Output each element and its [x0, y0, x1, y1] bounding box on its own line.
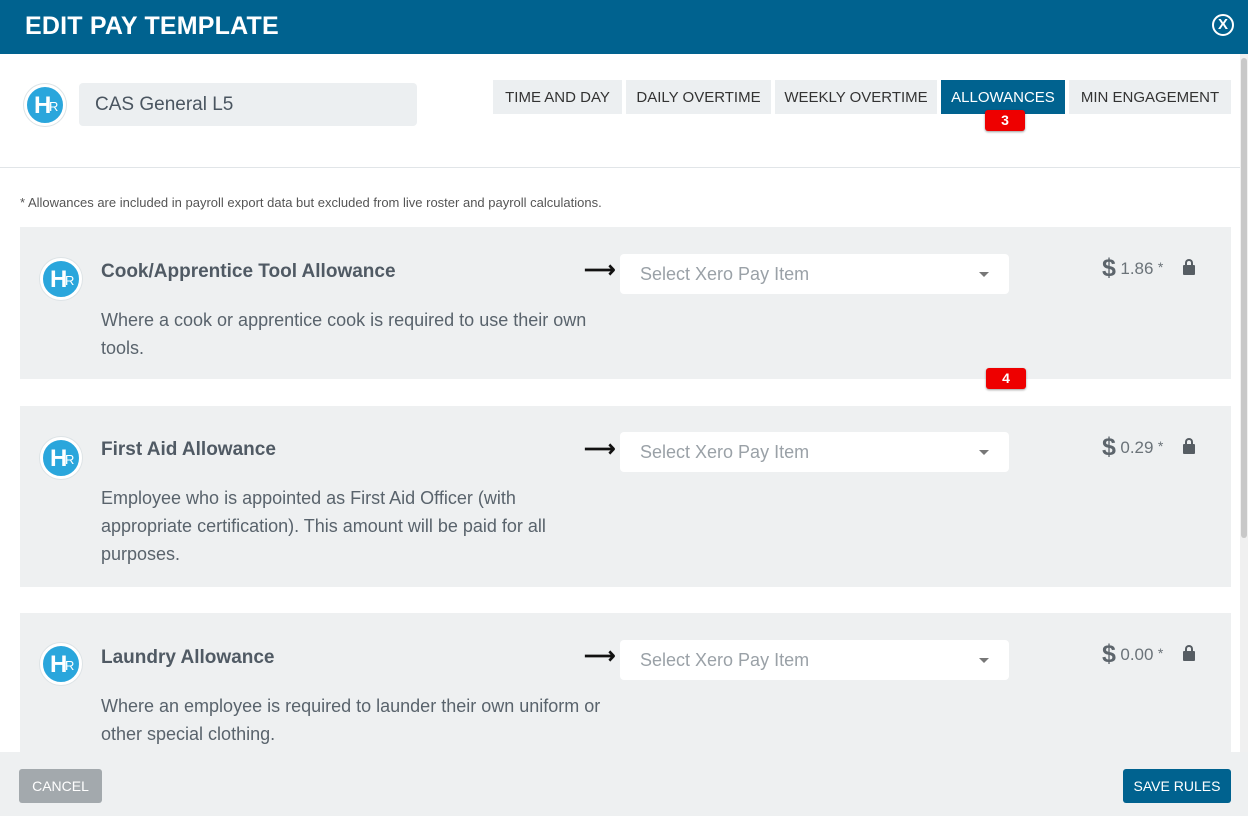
dollar-icon: $ [1102, 254, 1116, 282]
caret-down-icon [979, 450, 989, 455]
allowances-note: * Allowances are included in payroll exp… [20, 195, 602, 210]
amount-value: 0.00 [1120, 645, 1154, 664]
logo-letter-r: R [49, 99, 59, 114]
arrow-right-icon: ⟶ [584, 643, 616, 668]
allowance-title: First Aid Allowance [101, 439, 276, 460]
allowance-amount: $ 0.29 * [1102, 433, 1163, 462]
allowance-card: H R Laundry Allowance Where an employee … [20, 613, 1231, 752]
arrow-right-icon: ⟶ [584, 257, 616, 282]
select-placeholder: Select Xero Pay Item [640, 264, 810, 284]
hr-logo-icon: H R [24, 84, 66, 126]
tab-daily-overtime[interactable]: DAILY OVERTIME [626, 80, 771, 114]
select-placeholder: Select Xero Pay Item [640, 442, 810, 462]
dollar-icon: $ [1102, 433, 1116, 461]
hr-logo-icon: H R [40, 643, 82, 685]
allowance-card: H R Cook/Apprentice Tool Allowance Where… [20, 227, 1231, 379]
modal-title: EDIT PAY TEMPLATE [25, 12, 279, 40]
logo-letter-r: R [65, 452, 75, 467]
close-icon[interactable]: X [1212, 14, 1234, 36]
amount-value: 0.29 [1120, 438, 1154, 457]
xero-pay-item-select[interactable]: Select Xero Pay Item [620, 640, 1009, 680]
allowance-description: Where an employee is required to launder… [101, 696, 601, 744]
xero-pay-item-select[interactable]: Select Xero Pay Item [620, 254, 1009, 294]
logo-letter-r: R [65, 658, 75, 673]
allowance-description: Where a cook or apprentice cook is requi… [101, 310, 587, 358]
lock-icon [1183, 438, 1195, 454]
amount-asterisk: * [1157, 259, 1164, 275]
select-placeholder: Select Xero Pay Item [640, 650, 810, 670]
scrollbar-thumb[interactable] [1241, 58, 1247, 538]
lock-icon [1183, 645, 1195, 661]
tab-allowances[interactable]: ALLOWANCES [941, 80, 1065, 114]
hr-logo-icon: H R [40, 258, 82, 300]
allowance-card: H R First Aid Allowance Employee who is … [20, 406, 1231, 587]
arrow-right-icon: ⟶ [584, 436, 616, 461]
save-rules-button[interactable]: SAVE RULES [1123, 769, 1231, 803]
dollar-icon: $ [1102, 640, 1116, 668]
xero-pay-item-select[interactable]: Select Xero Pay Item [620, 432, 1009, 472]
hr-logo-icon: H R [40, 437, 82, 479]
modal-header: EDIT PAY TEMPLATE X [0, 0, 1248, 54]
modal-footer: CANCEL SAVE RULES [0, 752, 1248, 816]
allowance-amount: $ 0.00 * [1102, 640, 1163, 669]
step-badge-3: 3 [985, 110, 1025, 131]
tab-time-and-day[interactable]: TIME AND DAY [493, 80, 622, 114]
tab-weekly-overtime[interactable]: WEEKLY OVERTIME [775, 80, 937, 114]
tab-min-engagement[interactable]: MIN ENGAGEMENT [1069, 80, 1231, 114]
divider [0, 167, 1240, 168]
allowance-title: Laundry Allowance [101, 647, 275, 668]
allowance-amount: $ 1.86 * [1102, 254, 1163, 283]
template-name-input[interactable] [79, 83, 417, 126]
caret-down-icon [979, 272, 989, 277]
amount-asterisk: * [1157, 645, 1164, 661]
caret-down-icon [979, 658, 989, 663]
step-badge-4: 4 [986, 368, 1026, 389]
allowance-title: Cook/Apprentice Tool Allowance [101, 261, 396, 282]
cancel-button[interactable]: CANCEL [19, 769, 102, 803]
amount-value: 1.86 [1120, 259, 1154, 278]
allowance-description: Employee who is appointed as First Aid O… [101, 488, 546, 564]
lock-icon [1183, 259, 1195, 275]
logo-letter-r: R [65, 273, 75, 288]
amount-asterisk: * [1157, 438, 1164, 454]
